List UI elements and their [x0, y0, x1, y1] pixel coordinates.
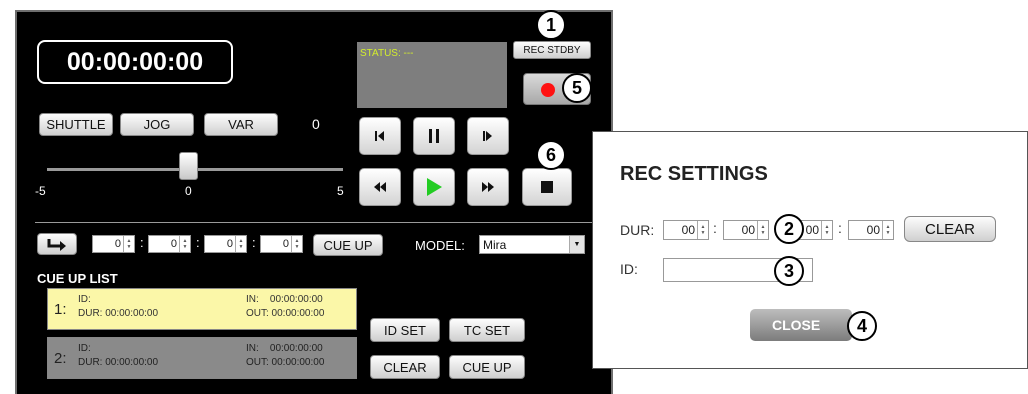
stepper-arrows-icon[interactable]: ▲ ▼ — [821, 221, 832, 239]
stop-icon — [541, 181, 553, 193]
stepper-arrows-icon[interactable]: ▲ ▼ — [757, 221, 768, 239]
stepper-arrows-icon[interactable]: ▲ ▼ — [123, 236, 134, 252]
cue-item-out: OUT: 00:00:00:00 — [246, 357, 325, 368]
cue-minutes-stepper[interactable]: 0 ▲ ▼ — [148, 235, 191, 253]
callout-marker-5: 5 — [562, 73, 592, 103]
play-icon — [427, 178, 442, 196]
stepper-arrows-icon[interactable]: ▲ ▼ — [697, 221, 708, 239]
play-button[interactable] — [413, 168, 455, 206]
status-text: STATUS: --- — [360, 48, 414, 59]
model-select-value: Mira — [483, 237, 507, 252]
slider-mid-label: 0 — [185, 184, 192, 198]
id-set-button[interactable]: ID SET — [370, 318, 440, 342]
rec-dur-frames-stepper[interactable]: 00 ▲ ▼ — [848, 220, 894, 240]
cue-list-title: CUE UP LIST — [37, 271, 118, 286]
step-forward-icon — [483, 131, 492, 141]
stepper-arrows-icon[interactable]: ▲ ▼ — [179, 236, 190, 252]
stepper-arrows-icon[interactable]: ▲ ▼ — [291, 236, 302, 252]
dur-label: DUR: — [620, 222, 655, 238]
close-button-label: CLOSE — [772, 317, 821, 333]
callout-marker-4: 4 — [847, 311, 877, 341]
close-button[interactable]: CLOSE — [750, 309, 852, 341]
slider-max-label: 5 — [337, 184, 344, 198]
rec-dur-hours-stepper[interactable]: 00 ▲ ▼ — [663, 220, 709, 240]
section-divider — [35, 222, 595, 223]
stop-button[interactable] — [522, 168, 572, 206]
shuttle-button[interactable]: SHUTTLE — [39, 113, 113, 136]
pause-icon — [429, 129, 439, 143]
status-display: STATUS: --- — [357, 42, 507, 108]
step-back-icon — [375, 131, 384, 141]
fast-forward-button[interactable] — [467, 168, 509, 206]
cue-frames-stepper[interactable]: 0 ▲ ▼ — [260, 235, 303, 253]
chevron-down-icon[interactable]: ▼ — [569, 236, 584, 253]
callout-marker-2: 2 — [774, 214, 804, 244]
deck-control-panel: 00:00:00:00 STATUS: --- REC STDBY SHUTTL… — [15, 10, 613, 394]
callout-marker-1: 1 — [536, 10, 566, 40]
callout-marker-3: 3 — [774, 256, 804, 286]
id-label: ID: — [620, 261, 638, 277]
step-forward-button[interactable] — [467, 117, 509, 155]
var-value: 0 — [312, 116, 320, 132]
cue-item-number: 2: — [54, 350, 67, 367]
slider-min-label: -5 — [35, 184, 46, 198]
cue-list-cue-up-button[interactable]: CUE UP — [449, 355, 525, 379]
rewind-button[interactable] — [359, 168, 401, 206]
rec-dur-clear-button[interactable]: CLEAR — [904, 216, 996, 242]
cue-seconds-stepper[interactable]: 0 ▲ ▼ — [204, 235, 247, 253]
step-back-button[interactable] — [359, 117, 401, 155]
cue-hours-stepper[interactable]: 0 ▲ ▼ — [92, 235, 135, 253]
callout-marker-6: 6 — [536, 140, 566, 170]
cue-clear-button[interactable]: CLEAR — [370, 355, 440, 379]
stepper-arrows-icon[interactable]: ▲ ▼ — [882, 221, 893, 239]
var-button[interactable]: VAR — [204, 113, 278, 136]
cue-item-id: ID: — [78, 343, 91, 354]
model-label: MODEL: — [415, 238, 465, 253]
cue-item-id: ID: — [78, 294, 91, 305]
cue-up-button[interactable]: CUE UP — [313, 234, 383, 256]
cue-item-number: 1: — [54, 301, 67, 318]
shuttle-slider-thumb[interactable] — [179, 152, 198, 180]
rewind-icon — [374, 182, 386, 192]
return-arrow-icon — [47, 239, 66, 251]
jog-button[interactable]: JOG — [120, 113, 194, 136]
rec-dur-minutes-stepper[interactable]: 00 ▲ ▼ — [723, 220, 769, 240]
cue-item-dur: DUR: 00:00:00:00 — [78, 308, 159, 319]
cue-item-in: IN: 00:00:00:00 — [246, 294, 323, 305]
tc-set-button[interactable]: TC SET — [449, 318, 525, 342]
record-dot-icon — [541, 83, 555, 97]
cue-item-out: OUT: 00:00:00:00 — [246, 308, 325, 319]
model-select[interactable]: Mira ▼ — [479, 235, 585, 254]
cue-item-dur: DUR: 00:00:00:00 — [78, 357, 159, 368]
cue-item-in: IN: 00:00:00:00 — [246, 343, 323, 354]
cue-goto-button[interactable] — [37, 233, 77, 255]
pause-button[interactable] — [413, 117, 455, 155]
cue-list-item[interactable]: 1: ID: DUR: 00:00:00:00 IN: 00:00:00:00 … — [47, 288, 357, 330]
cue-list-item[interactable]: 2: ID: DUR: 00:00:00:00 IN: 00:00:00:00 … — [47, 337, 357, 379]
rec-standby-button[interactable]: REC STDBY — [513, 41, 591, 59]
stepper-arrows-icon[interactable]: ▲ ▼ — [235, 236, 246, 252]
rec-settings-title: REC SETTINGS — [620, 163, 768, 185]
fast-forward-icon — [482, 182, 494, 192]
timecode-display: 00:00:00:00 — [37, 40, 233, 84]
